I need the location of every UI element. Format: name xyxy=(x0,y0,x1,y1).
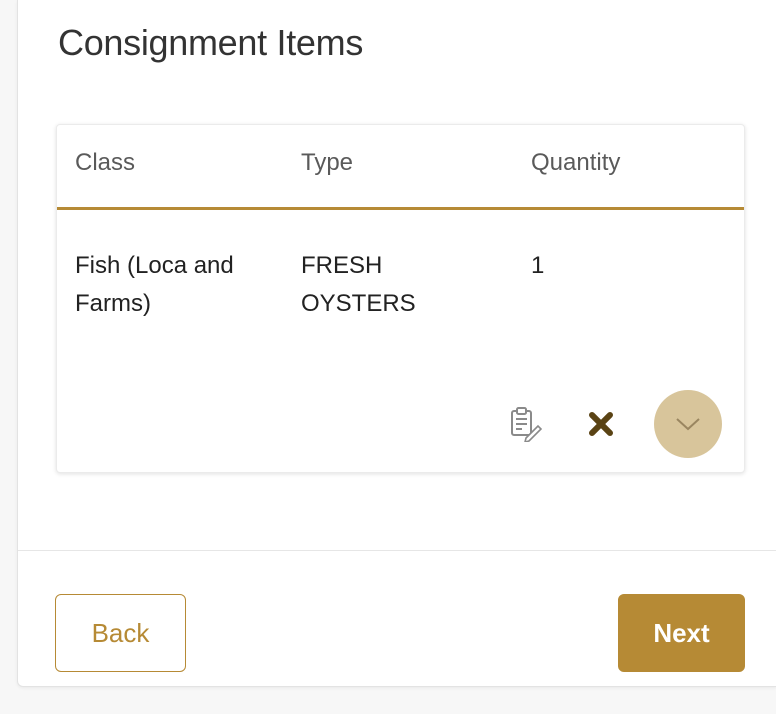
back-button[interactable]: Back xyxy=(55,594,186,672)
table-header: Class Type Quantity xyxy=(57,125,744,210)
section-title: Consignment Items xyxy=(58,22,364,63)
column-header-class: Class xyxy=(75,149,136,176)
consignment-item-card: Class Type Quantity Fish (Loca and Farms… xyxy=(56,124,745,473)
chevron-down-icon xyxy=(676,418,700,431)
row-actions xyxy=(508,390,722,458)
cell-type: FRESH OYSTERS xyxy=(301,252,416,317)
footer-divider xyxy=(18,550,776,551)
page: Consignment Items Class Type Quantity Fi… xyxy=(0,0,776,714)
edit-button[interactable] xyxy=(508,404,542,444)
delete-button[interactable] xyxy=(586,404,616,444)
expand-button[interactable] xyxy=(654,390,722,458)
close-x-icon xyxy=(589,412,613,436)
column-header-quantity: Quantity xyxy=(531,149,621,176)
consignment-items-panel: Consignment Items Class Type Quantity Fi… xyxy=(17,0,776,687)
next-button[interactable]: Next xyxy=(618,594,745,672)
cell-class: Fish (Loca and Farms) xyxy=(75,252,234,317)
cell-quantity: 1 xyxy=(531,252,545,279)
column-header-type: Type xyxy=(301,149,354,176)
clipboard-edit-icon xyxy=(511,407,542,442)
